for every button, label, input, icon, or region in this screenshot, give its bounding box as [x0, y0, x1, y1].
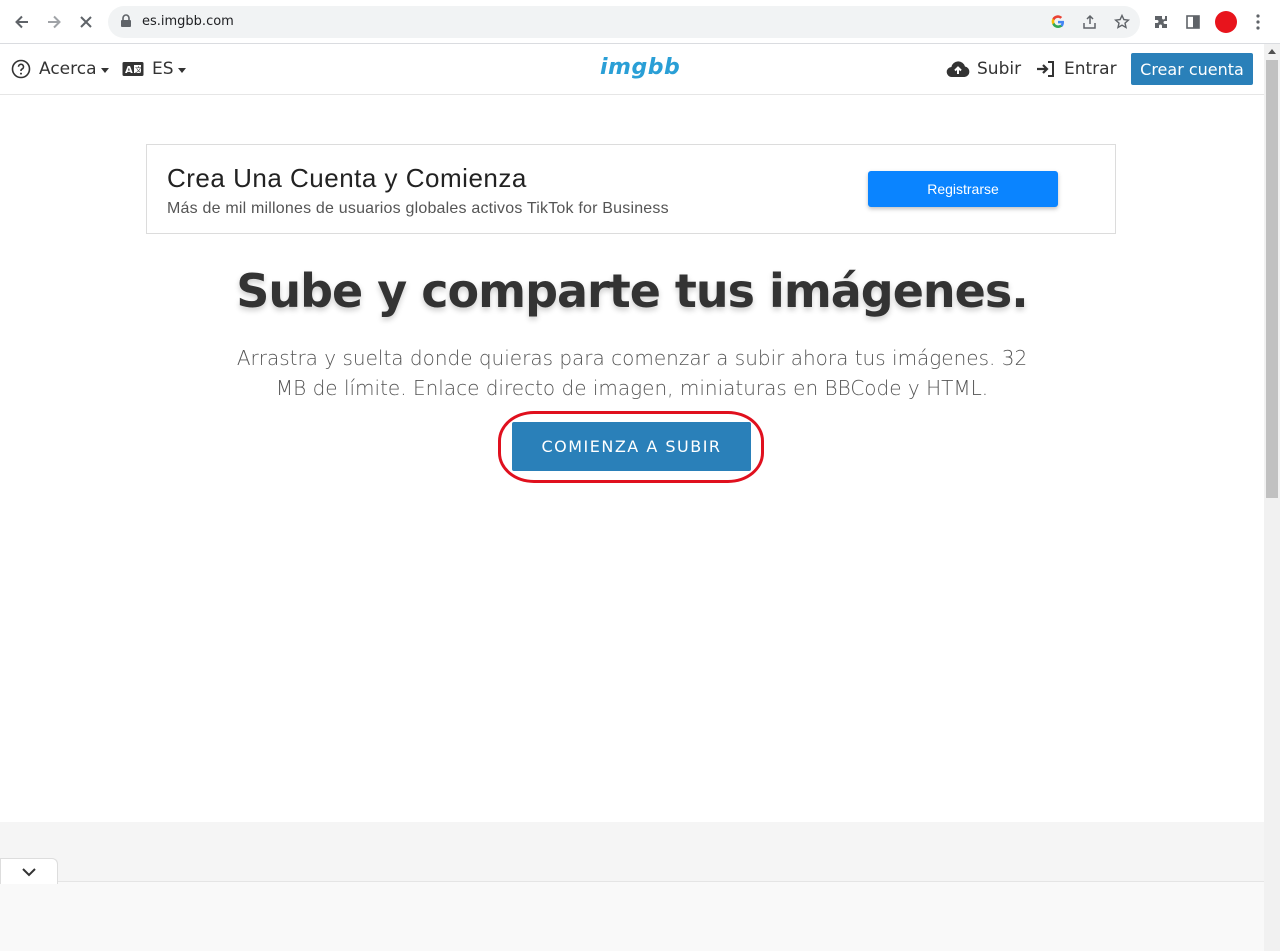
ad-banner[interactable]: Crea Una Cuenta y Comienza Más de mil mi… [146, 144, 1116, 234]
lock-icon [120, 14, 132, 33]
address-bar[interactable]: es.imgbb.com [108, 6, 1140, 38]
site-header: Acerca A文 ES imgbb Subir Entrar Crear cu… [0, 44, 1264, 95]
scroll-thumb[interactable] [1266, 60, 1278, 498]
help-circle-icon [11, 59, 31, 79]
register-button[interactable]: Registrarse [868, 171, 1058, 207]
bookmark-star-icon[interactable] [1114, 14, 1130, 30]
create-account-button[interactable]: Crear cuenta [1131, 53, 1253, 85]
url-text[interactable]: es.imgbb.com [142, 14, 234, 29]
google-icon[interactable] [1050, 14, 1066, 30]
hero-title: Sube y comparte tus imágenes. [236, 264, 1028, 318]
scroll-up-arrow-icon[interactable] [1268, 49, 1276, 54]
language-label: ES [152, 59, 174, 79]
hero-description: Arrastra y suelta donde quieras para com… [236, 346, 1028, 400]
about-label: Acerca [39, 59, 97, 79]
back-arrow-icon[interactable] [9, 9, 35, 35]
caret-down-icon [100, 67, 109, 73]
side-panel-icon[interactable] [1183, 12, 1203, 32]
menu-dots-icon[interactable] [1248, 12, 1268, 32]
login-label: Entrar [1064, 59, 1117, 79]
collapse-tab[interactable] [0, 858, 58, 884]
language-icon: A文 [122, 61, 144, 77]
chevron-down-icon [21, 867, 37, 877]
forward-arrow-icon[interactable] [41, 9, 67, 35]
start-upload-button[interactable]: COMIENZA A SUBIR [512, 422, 751, 471]
ad-subtitle: Más de mil millones de usuarios globales… [167, 200, 669, 217]
page-scrollbar[interactable] [1264, 44, 1280, 951]
extensions-icon[interactable] [1151, 12, 1171, 32]
share-icon[interactable] [1082, 14, 1098, 30]
login-link[interactable]: Entrar [1036, 44, 1117, 94]
svg-text:A: A [125, 65, 133, 76]
cloud-upload-icon [946, 60, 970, 78]
about-menu[interactable]: Acerca [11, 44, 109, 94]
language-menu[interactable]: A文 ES [122, 44, 186, 94]
caret-down-icon [177, 67, 186, 73]
stop-loading-icon[interactable] [73, 9, 99, 35]
bottom-panel [0, 881, 1264, 951]
sign-in-icon [1036, 60, 1056, 78]
browser-toolbar: es.imgbb.com [0, 0, 1280, 44]
ad-title: Crea Una Cuenta y Comienza [167, 163, 527, 193]
imgbb-logo[interactable]: imgbb [600, 55, 680, 80]
upload-label: Subir [977, 59, 1022, 79]
profile-avatar[interactable] [1215, 11, 1237, 33]
svg-text:文: 文 [135, 65, 142, 74]
upload-link[interactable]: Subir [946, 44, 1021, 94]
